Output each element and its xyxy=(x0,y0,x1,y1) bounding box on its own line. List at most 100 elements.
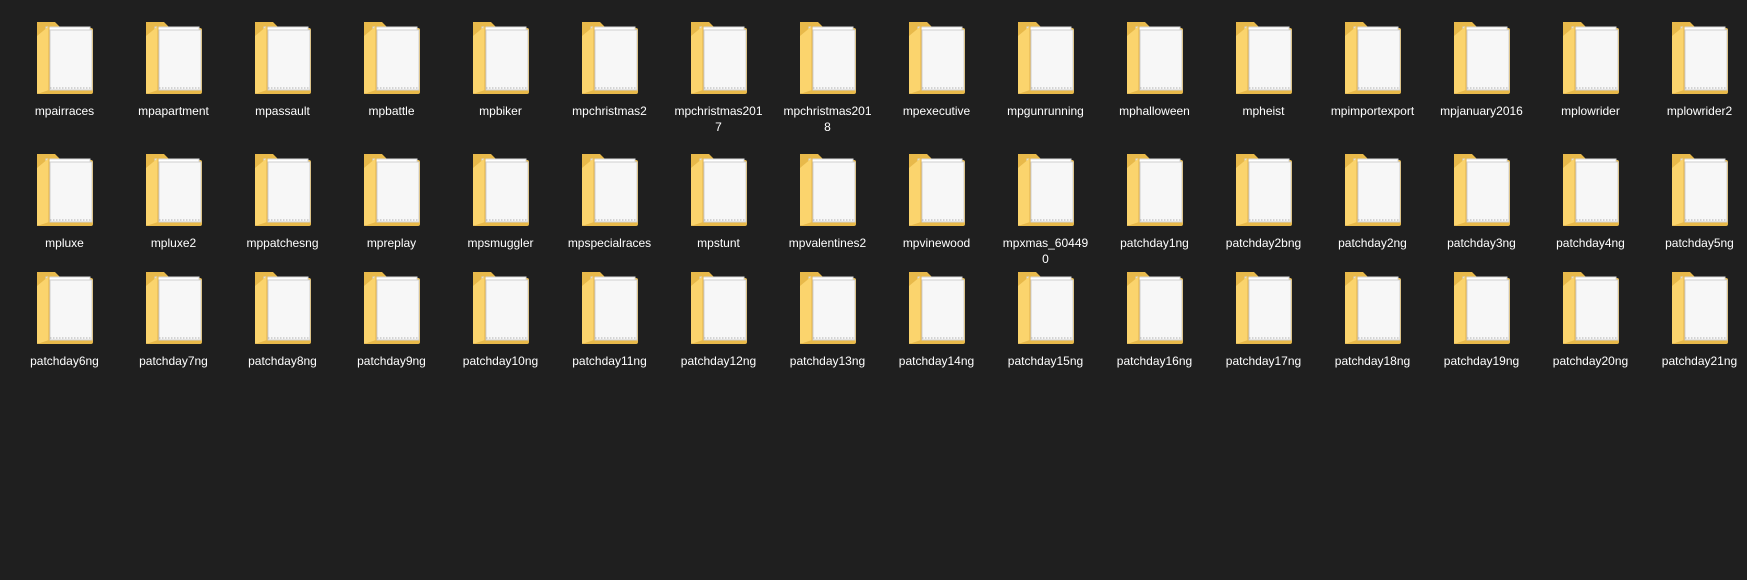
folder-icon xyxy=(905,146,969,230)
folder-item-mpxmas_604490[interactable]: mpxmas_604490 xyxy=(991,146,1100,266)
folder-icon xyxy=(687,264,751,348)
folder-icon xyxy=(360,264,424,348)
folder-item-patchday2bng[interactable]: patchday2bng xyxy=(1209,146,1318,264)
folder-item-mpvinewood[interactable]: mpvinewood xyxy=(882,146,991,264)
folder-label: patchday9ng xyxy=(357,354,426,368)
folder-item-mpassault[interactable]: mpassault xyxy=(228,14,337,146)
folder-item-mpapartment[interactable]: mpapartment xyxy=(119,14,228,146)
folder-item-patchday18ng[interactable]: patchday18ng xyxy=(1318,264,1427,368)
folder-label: mpgunrunning xyxy=(1007,104,1084,118)
folder-label: mpexecutive xyxy=(902,104,971,118)
folder-item-mpspecialraces[interactable]: mpspecialraces xyxy=(555,146,664,264)
folder-item-mpstunt[interactable]: mpstunt xyxy=(664,146,773,264)
folder-item-patchday7ng[interactable]: patchday7ng xyxy=(119,264,228,368)
folder-label: patchday12ng xyxy=(680,354,757,368)
folder-item-mpchristmas2[interactable]: mpchristmas2 xyxy=(555,14,664,146)
folder-icon xyxy=(1668,264,1732,348)
folder-item-patchday1ng[interactable]: patchday1ng xyxy=(1100,146,1209,264)
folder-item-patchday10ng[interactable]: patchday10ng xyxy=(446,264,555,368)
folder-label: mpreplay xyxy=(366,236,417,250)
folder-item-patchday21ng[interactable]: patchday21ng xyxy=(1645,264,1747,368)
folder-item-mpluxe2[interactable]: mpluxe2 xyxy=(119,146,228,264)
folder-icon xyxy=(796,264,860,348)
folder-item-patchday5ng[interactable]: patchday5ng xyxy=(1645,146,1747,264)
folder-label: mpchristmas2 xyxy=(572,104,647,118)
folder-item-patchday9ng[interactable]: patchday9ng xyxy=(337,264,446,368)
folder-item-patchday17ng[interactable]: patchday17ng xyxy=(1209,264,1318,368)
folder-label: mpxmas_604490 xyxy=(1002,236,1089,266)
folder-icon xyxy=(1341,14,1405,98)
folder-label: patchday14ng xyxy=(898,354,975,368)
folder-label: patchday2bng xyxy=(1225,236,1302,250)
folder-icon xyxy=(1014,14,1078,98)
folder-item-patchday20ng[interactable]: patchday20ng xyxy=(1536,264,1645,368)
folder-icon xyxy=(1450,264,1514,348)
folder-icon xyxy=(33,264,97,348)
folder-icon xyxy=(33,14,97,98)
folder-item-mplowrider2[interactable]: mplowrider2 xyxy=(1645,14,1747,146)
folder-item-mpgunrunning[interactable]: mpgunrunning xyxy=(991,14,1100,146)
folder-label: mplowrider xyxy=(1561,104,1620,118)
folder-icon xyxy=(1232,146,1296,230)
folder-label: patchday15ng xyxy=(1007,354,1084,368)
folder-icon xyxy=(1559,146,1623,230)
folder-label: patchday3ng xyxy=(1447,236,1516,250)
folder-item-mpjanuary2016[interactable]: mpjanuary2016 xyxy=(1427,14,1536,146)
folder-label: mpassault xyxy=(255,104,310,118)
folder-label: mpapartment xyxy=(138,104,209,118)
folder-label: mpstunt xyxy=(697,236,740,250)
folder-item-mpbattle[interactable]: mpbattle xyxy=(337,14,446,146)
folder-item-patchday2ng[interactable]: patchday2ng xyxy=(1318,146,1427,264)
folder-label: patchday6ng xyxy=(30,354,99,368)
folder-item-patchday15ng[interactable]: patchday15ng xyxy=(991,264,1100,368)
folder-label: patchday10ng xyxy=(462,354,539,368)
folder-item-mpbiker[interactable]: mpbiker xyxy=(446,14,555,146)
folder-icon xyxy=(360,14,424,98)
folder-item-mpairraces[interactable]: mpairraces xyxy=(10,14,119,146)
folder-label: patchday11ng xyxy=(572,354,647,368)
folder-item-mpluxe[interactable]: mpluxe xyxy=(10,146,119,264)
folder-label: mpluxe2 xyxy=(150,236,197,250)
folder-item-patchday19ng[interactable]: patchday19ng xyxy=(1427,264,1536,368)
folder-item-patchday11ng[interactable]: patchday11ng xyxy=(555,264,664,368)
folder-item-patchday8ng[interactable]: patchday8ng xyxy=(228,264,337,368)
folder-item-patchday4ng[interactable]: patchday4ng xyxy=(1536,146,1645,264)
folder-item-patchday14ng[interactable]: patchday14ng xyxy=(882,264,991,368)
folder-item-mpsmuggler[interactable]: mpsmuggler xyxy=(446,146,555,264)
folder-icon xyxy=(1341,146,1405,230)
folder-icon xyxy=(1232,14,1296,98)
folder-item-mpchristmas2017[interactable]: mpchristmas2017 xyxy=(664,14,773,146)
folder-icon xyxy=(1341,264,1405,348)
folder-item-mplowrider[interactable]: mplowrider xyxy=(1536,14,1645,146)
folder-icon xyxy=(1014,146,1078,230)
folder-item-mpvalentines2[interactable]: mpvalentines2 xyxy=(773,146,882,264)
folder-icon xyxy=(469,14,533,98)
folder-label: mppatchesng xyxy=(246,236,319,250)
folder-item-mppatchesng[interactable]: mppatchesng xyxy=(228,146,337,264)
folder-icon xyxy=(1668,14,1732,98)
folder-icon xyxy=(1014,264,1078,348)
folder-item-mpexecutive[interactable]: mpexecutive xyxy=(882,14,991,146)
folder-item-mphalloween[interactable]: mphalloween xyxy=(1100,14,1209,146)
folder-label: mpjanuary2016 xyxy=(1440,104,1523,118)
folder-item-mpchristmas2018[interactable]: mpchristmas2018 xyxy=(773,14,882,146)
folder-icon xyxy=(251,14,315,98)
folder-icon xyxy=(578,14,642,98)
folder-item-patchday16ng[interactable]: patchday16ng xyxy=(1100,264,1209,368)
folder-item-patchday12ng[interactable]: patchday12ng xyxy=(664,264,773,368)
folder-label: patchday16ng xyxy=(1116,354,1193,368)
folder-label: mphalloween xyxy=(1119,104,1190,118)
folder-item-mpreplay[interactable]: mpreplay xyxy=(337,146,446,264)
folder-item-patchday6ng[interactable]: patchday6ng xyxy=(10,264,119,368)
folder-label: patchday20ng xyxy=(1552,354,1629,368)
folder-item-patchday3ng[interactable]: patchday3ng xyxy=(1427,146,1536,264)
folder-item-mpheist[interactable]: mpheist xyxy=(1209,14,1318,146)
folder-icon xyxy=(360,146,424,230)
folder-item-patchday13ng[interactable]: patchday13ng xyxy=(773,264,882,368)
folder-icon xyxy=(1559,264,1623,348)
folder-icon xyxy=(469,146,533,230)
folder-label: mpairraces xyxy=(34,104,95,118)
folder-icon xyxy=(142,264,206,348)
folder-item-mpimportexport[interactable]: mpimportexport xyxy=(1318,14,1427,146)
folder-label: patchday7ng xyxy=(139,354,208,368)
